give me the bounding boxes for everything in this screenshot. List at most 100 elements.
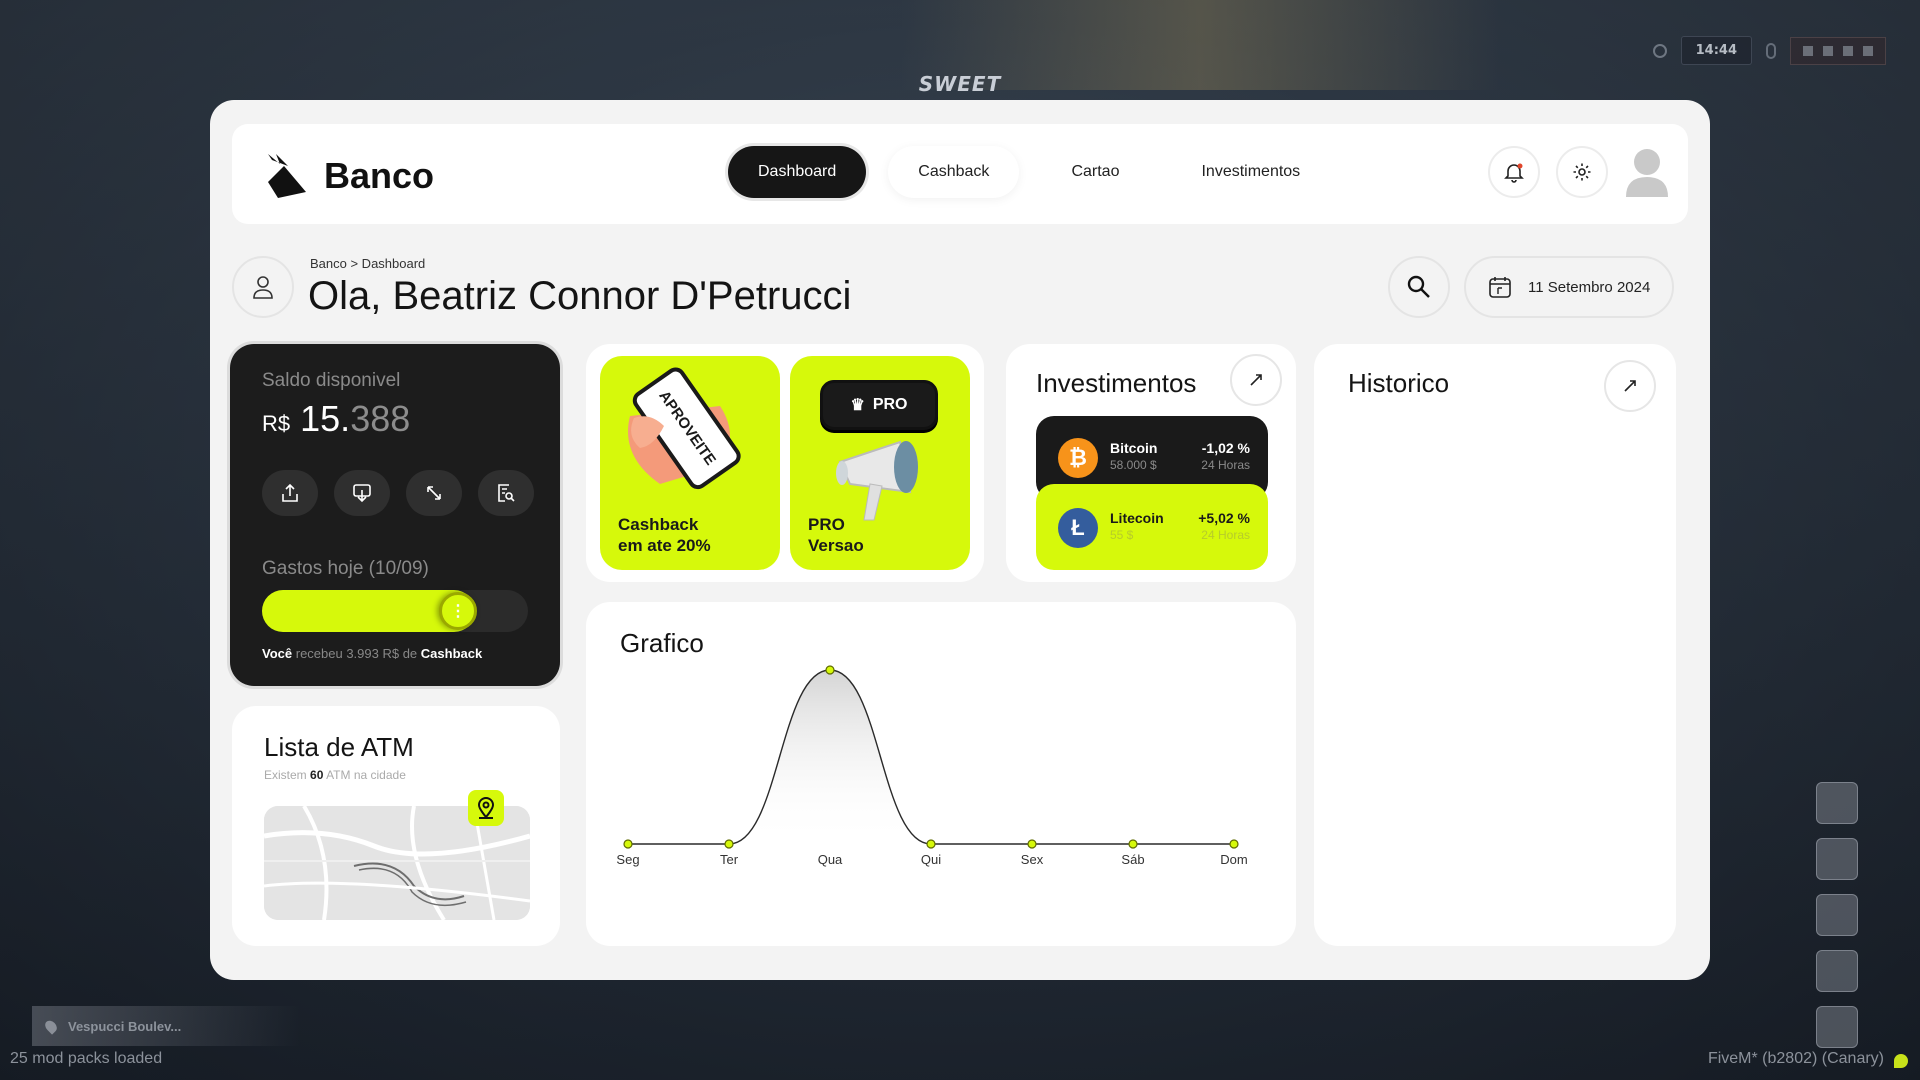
fivem-build: FiveM* (b2802) (Canary): [1707, 1050, 1884, 1067]
pro-badge-label: PRO: [872, 396, 908, 413]
chart-point-ter[interactable]: [724, 839, 734, 849]
user-avatar[interactable]: [1624, 147, 1670, 197]
atm-subtitle: Existem 60 ATM na cidade: [264, 768, 406, 782]
investments-card: Investimentos ₿ Bitcoin 58.000 $ -1,02 %…: [1006, 344, 1296, 582]
atm-sub-suffix: ATM na cidade: [326, 768, 406, 782]
cashback-note-you: Você: [262, 646, 293, 661]
atm-list-card[interactable]: Lista de ATM Existem 60 ATM na cidade: [232, 706, 560, 946]
search-icon: [1407, 275, 1430, 298]
top-navbar: Banco Dashboard Cashback Cartao Investim…: [232, 124, 1688, 224]
chart-x-tick-label: Ter: [720, 852, 739, 867]
coin-period: 24 Horas: [1201, 528, 1250, 542]
profile-button[interactable]: [232, 256, 294, 318]
transfer-button[interactable]: [406, 470, 462, 516]
send-button[interactable]: [262, 470, 318, 516]
inventory-slots: [1816, 782, 1858, 1048]
fivem-logo-icon: [1894, 1054, 1908, 1068]
litecoin-icon: Ł: [1058, 508, 1098, 548]
location-pin-icon: [42, 1017, 60, 1035]
history-title: Historico: [1348, 368, 1450, 398]
tab-cartao[interactable]: Cartao: [1041, 146, 1150, 198]
investments-title: Investimentos: [1036, 368, 1197, 398]
gear-icon: [1573, 163, 1591, 181]
chart-x-tick-label: Qua: [818, 852, 843, 867]
cashback-promo-card[interactable]: APROVEITE Cashback em ate 20%: [600, 356, 780, 570]
user-avatar-icon: [1626, 149, 1668, 197]
chart-point-qua[interactable]: [825, 665, 835, 675]
upload-icon: [282, 483, 298, 502]
receive-button[interactable]: [334, 470, 390, 516]
hud-status-slots: [1790, 36, 1886, 65]
coin-period: 24 Horas: [1201, 458, 1250, 472]
clock-icon: [1652, 43, 1667, 58]
inventory-slot[interactable]: [1816, 838, 1858, 880]
cashback-promo-text: Cashback em ate 20%: [618, 514, 711, 556]
balance-currency: R$: [262, 411, 291, 436]
tab-cashback[interactable]: Cashback: [888, 146, 1020, 198]
investments-expand-button[interactable]: [1230, 354, 1282, 406]
chart-x-tick-label: Sáb: [1121, 852, 1144, 867]
coin-value: 55 $: [1110, 528, 1134, 542]
chart-card: Grafico Seg Ter Qua Qui Sex Sáb Dom: [586, 602, 1296, 946]
location-name: Vespucci Boulev...: [68, 1018, 182, 1034]
coin-name: Litecoin: [1110, 510, 1164, 526]
chart-point-sáb[interactable]: [1128, 839, 1138, 849]
chart-point-seg[interactable]: [623, 839, 633, 849]
hud-top-right: 14:44: [1652, 36, 1886, 65]
map-pin-icon: [477, 797, 495, 819]
date-picker[interactable]: 11 Setembro 2024: [1464, 256, 1674, 318]
settings-button[interactable]: [1556, 146, 1608, 198]
balance-actions: [262, 470, 534, 516]
chart-point-sex[interactable]: [1027, 839, 1037, 849]
brand-name: Banco: [324, 155, 435, 196]
spend-progress-track: ⋮: [262, 590, 528, 632]
cashback-note-link: Cashback: [420, 646, 483, 661]
transfer-icon: [427, 486, 441, 500]
pro-promo-line1: PRO: [808, 515, 845, 534]
atm-location-button[interactable]: [468, 790, 504, 826]
chart-x-tick-label: Qui: [921, 852, 941, 867]
chart-point-dom[interactable]: [1229, 839, 1239, 849]
coin-row-litecoin[interactable]: Ł Litecoin 55 $ +5,02 % 24 Horas: [1036, 484, 1268, 570]
notifications-button[interactable]: [1488, 146, 1540, 198]
balance-card: Saldo disponivel R$ 15.388 Gastos hoje (…: [230, 344, 560, 686]
spend-slider-handle[interactable]: ⋮: [439, 592, 477, 630]
inventory-slot[interactable]: [1816, 782, 1858, 824]
search-button[interactable]: [1388, 256, 1450, 318]
brand: Banco: [266, 152, 434, 200]
tab-dashboard[interactable]: Dashboard: [728, 146, 867, 198]
balance-value: R$ 15.388: [262, 398, 410, 440]
coin-name: Bitcoin: [1110, 440, 1158, 456]
atm-sub-prefix: Existem: [264, 768, 307, 782]
user-icon: [253, 276, 273, 299]
cashback-promo-line1: Cashback: [618, 515, 699, 534]
line-chart: Seg Ter Qua Qui Sex Sáb Dom: [616, 665, 1248, 867]
atm-count: 60: [310, 768, 324, 782]
breadcrumb: Banco > Dashboard: [310, 256, 426, 271]
main-nav: Dashboard Cashback Cartao Investimentos: [728, 146, 1331, 198]
balance-value-decimal: 388: [350, 398, 411, 439]
mods-status: 25 mod packs loaded: [10, 1050, 163, 1067]
chart-x-tick-label: Sex: [1021, 852, 1044, 867]
history-expand-button[interactable]: [1604, 360, 1656, 412]
cashback-note: Você recebeu 3.993 R$ de Cashback: [262, 646, 482, 661]
atm-title: Lista de ATM: [264, 732, 414, 762]
page-title: Ola, Beatriz Connor D'Petrucci: [308, 274, 852, 318]
statement-button[interactable]: [478, 470, 534, 516]
chart-series-line: [627, 669, 1234, 845]
chart-point-qui[interactable]: [926, 839, 936, 849]
bank-logo-icon: [268, 154, 306, 198]
phone-hand-illustration: APROVEITE: [628, 367, 741, 490]
coin-change: -1,02 %: [1201, 440, 1250, 456]
top-actions: [1488, 146, 1670, 198]
inventory-slot[interactable]: [1816, 894, 1858, 936]
pro-promo-card[interactable]: ♛ PRO PRO Versao: [790, 356, 970, 570]
coin-change: +5,02 %: [1198, 510, 1250, 526]
inventory-slot[interactable]: [1816, 1006, 1858, 1048]
pro-promo-line2: Versao: [808, 536, 864, 555]
pro-promo-text: PRO Versao: [808, 514, 864, 556]
promo-block: APROVEITE Cashback em ate 20% ♛ PRO PRO: [586, 344, 984, 582]
hud-time: 14:44: [1680, 36, 1752, 65]
tab-investimentos[interactable]: Investimentos: [1171, 146, 1331, 198]
inventory-slot[interactable]: [1816, 950, 1858, 992]
